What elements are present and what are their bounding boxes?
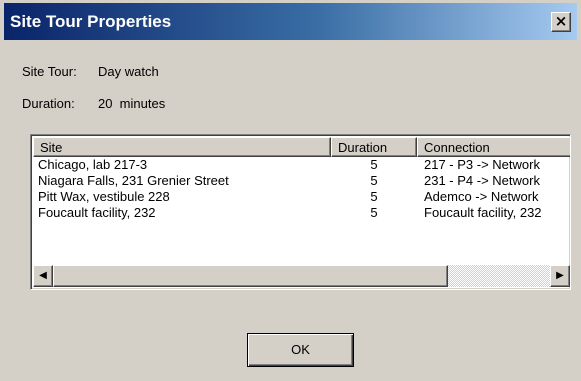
- site-tour-label: Site Tour:: [22, 64, 77, 79]
- site-cell: Pitt Wax, vestibule 228: [38, 189, 170, 204]
- site-cell: Chicago, lab 217-3: [38, 157, 148, 172]
- list-row[interactable]: Foucault facility, 232 5 Foucault facili…: [33, 205, 570, 221]
- connection-cell: Foucault facility, 232: [424, 205, 542, 220]
- duration-cell: 5: [370, 157, 378, 172]
- connection-cell: 217 - P3 -> Network: [424, 157, 540, 172]
- duration-cell: 5: [370, 205, 378, 220]
- site-list[interactable]: Site Duration Connection Chicago, lab 21…: [30, 134, 571, 290]
- connection-cell: Ademco -> Network: [424, 189, 539, 204]
- column-header-connection[interactable]: Connection: [417, 137, 570, 157]
- title-bar[interactable]: Site Tour Properties ×: [4, 3, 577, 40]
- list-row[interactable]: Niagara Falls, 231 Grenier Street 5 231 …: [33, 173, 570, 189]
- connection-cell: 231 - P4 -> Network: [424, 173, 540, 188]
- ok-button[interactable]: OK: [247, 333, 354, 367]
- site-cell: Niagara Falls, 231 Grenier Street: [38, 173, 229, 188]
- arrow-right-icon: ▶: [556, 270, 564, 281]
- column-header-site[interactable]: Site: [33, 137, 331, 157]
- list-rows: Chicago, lab 217-3 5 217 - P3 -> Network…: [33, 157, 570, 221]
- duration-label: Duration:: [22, 96, 75, 111]
- duration-cell: 5: [370, 189, 378, 204]
- horizontal-scrollbar[interactable]: ◀ ▶: [33, 265, 570, 287]
- column-header-duration[interactable]: Duration: [331, 137, 417, 157]
- scroll-left-button[interactable]: ◀: [33, 265, 53, 287]
- close-button[interactable]: ×: [551, 12, 571, 32]
- arrow-left-icon: ◀: [39, 270, 47, 281]
- close-icon: ×: [554, 12, 568, 30]
- window-title: Site Tour Properties: [10, 12, 172, 31]
- site-tour-value: Day watch: [98, 64, 159, 79]
- scrollbar-thumb[interactable]: [53, 265, 448, 287]
- dialog-window: Site Tour Properties × Site Tour: Day wa…: [0, 0, 581, 381]
- site-cell: Foucault facility, 232: [38, 205, 156, 220]
- list-row[interactable]: Pitt Wax, vestibule 228 5 Ademco -> Netw…: [33, 189, 570, 205]
- duration-cell: 5: [370, 173, 378, 188]
- list-row[interactable]: Chicago, lab 217-3 5 217 - P3 -> Network: [33, 157, 570, 173]
- scroll-right-button[interactable]: ▶: [550, 265, 570, 287]
- list-header: Site Duration Connection: [33, 137, 570, 157]
- duration-value: 20 minutes: [98, 96, 166, 111]
